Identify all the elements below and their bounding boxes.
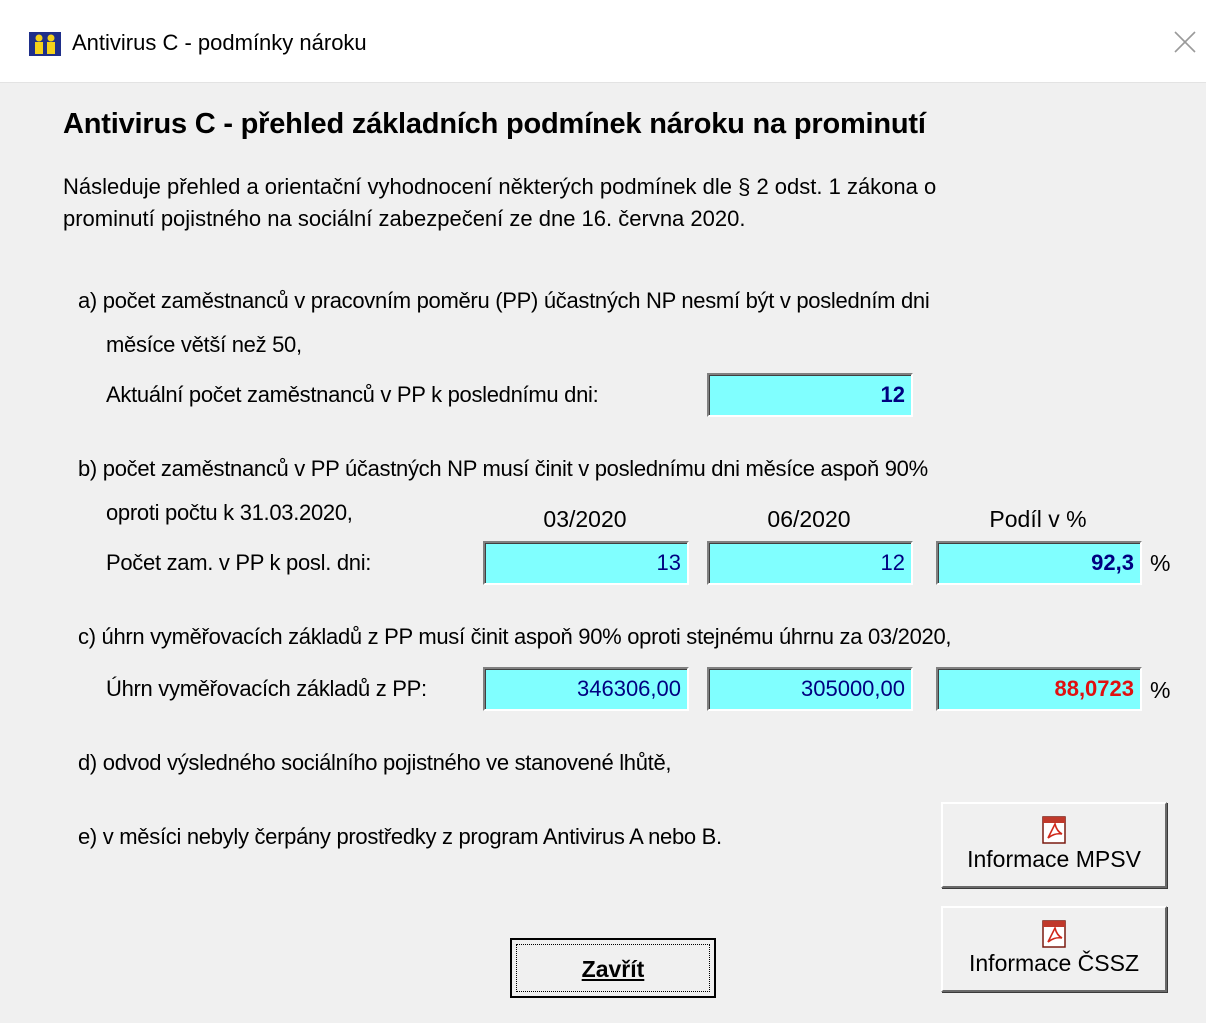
pdf-icon <box>1042 920 1066 948</box>
people-app-icon <box>29 32 61 56</box>
employee-share-field[interactable]: 92,3 <box>936 541 1142 585</box>
percent-sign-b: % <box>1150 550 1171 576</box>
current-employee-count-label: Aktuální počet zaměstnanců v PP k posled… <box>106 382 599 407</box>
info-mpsv-label: Informace MPSV <box>967 846 1141 872</box>
employee-count-06-field[interactable]: 12 <box>707 541 913 585</box>
info-cssz-label: Informace ČSSZ <box>969 950 1139 976</box>
condition-a-text-1: a) počet zaměstnanců v pracovním poměru … <box>78 288 930 313</box>
intro-line-2: prominutí pojistného na sociální zabezpe… <box>63 206 746 231</box>
condition-e-text: e) v měsíci nebyly čerpány prostředky z … <box>78 824 722 849</box>
column-header-share: Podíl v % <box>989 506 1087 532</box>
employee-count-label: Počet zam. v PP k posl. dni: <box>106 550 372 575</box>
assessment-base-06-field[interactable]: 305000,00 <box>707 667 913 711</box>
info-cssz-button[interactable]: Informace ČSSZ <box>941 906 1167 992</box>
close-button-label: Zavřít <box>516 944 710 992</box>
assessment-base-share-field[interactable]: 88,0723 <box>936 667 1142 711</box>
title-bar: Antivirus C - podmínky nároku <box>0 0 1206 83</box>
condition-c-text: c) úhrn vyměřovacích základů z PP musí č… <box>78 624 952 649</box>
assessment-base-03-field[interactable]: 346306,00 <box>483 667 689 711</box>
close-icon[interactable] <box>1172 29 1198 55</box>
pdf-icon <box>1042 816 1066 844</box>
percent-sign-c: % <box>1150 677 1171 703</box>
close-button[interactable]: Zavřít <box>510 938 716 998</box>
window-title: Antivirus C - podmínky nároku <box>72 30 367 55</box>
assessment-base-label: Úhrn vyměřovacích základů z PP: <box>106 676 427 701</box>
condition-b-text-2: oproti počtu k 31.03.2020, <box>106 500 353 525</box>
condition-b-text-1: b) počet zaměstnanců v PP účastných NP m… <box>78 456 928 481</box>
info-mpsv-button[interactable]: Informace MPSV <box>941 802 1167 888</box>
page-heading: Antivirus C - přehled základních podmíne… <box>63 108 926 140</box>
intro-line-1: Následuje přehled a orientační vyhodnoce… <box>63 174 937 199</box>
condition-a-text-2: měsíce větší než 50, <box>106 332 302 357</box>
condition-d-text: d) odvod výsledného sociálního pojistnéh… <box>78 750 672 775</box>
column-header-06-2020: 06/2020 <box>767 506 851 532</box>
column-header-03-2020: 03/2020 <box>543 506 627 532</box>
employee-count-03-field[interactable]: 13 <box>483 541 689 585</box>
current-employee-count-field[interactable]: 12 <box>707 373 913 417</box>
